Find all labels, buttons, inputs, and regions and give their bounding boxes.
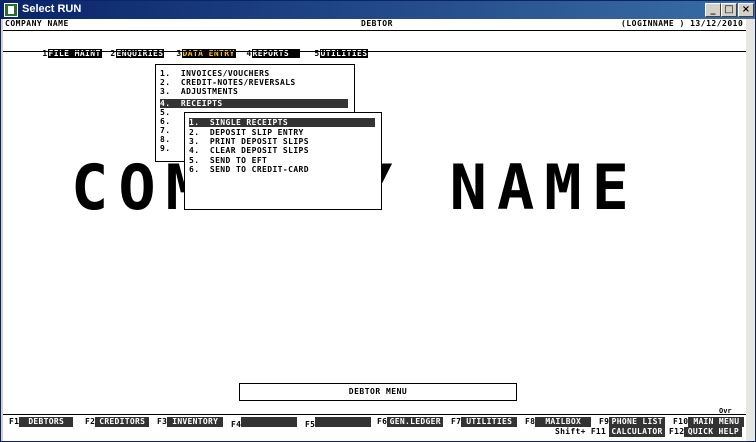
submenu-item-send-to-eft[interactable]: 5. SEND TO EFT [189,156,267,165]
fkey-f3-inventory[interactable]: F3 INVENTORY [157,417,224,427]
fkey-label [315,417,372,427]
submenu-item-deposit-slip-entry[interactable]: 2. DEPOSIT SLIP ENTRY [189,128,304,137]
menubar-divider [3,51,746,52]
fkey-code: F3 [157,417,168,426]
menu-utilities[interactable]: 5UTILITIES [283,39,369,58]
fkey-label: CREDITORS [95,417,150,427]
user-date-label: (LOGINNAME ) 13/12/2010 [621,19,744,28]
shift-f11-label: Shift+ F11 [555,427,607,436]
fkey-label [241,417,298,427]
fkey-f12-quick-help[interactable]: F12 QUICK HELP [669,427,743,437]
header-divider [3,30,746,31]
fkey-divider [3,414,746,415]
fkey-f2-creditors[interactable]: F2 CREDITORS [85,417,150,427]
fkey-label: PHONE LIST [609,417,666,427]
submenu-item-send-to-credit-card[interactable]: 6. SEND TO CREDIT-CARD [189,165,309,174]
terminal-screen: COMPANY NAME DEBTOR (LOGINNAME ) 13/12/2… [3,19,746,441]
submenu-item-single-receipts[interactable]: 1. SINGLE RECEIPTS [189,118,375,127]
fkey-code: F6 [377,417,388,426]
menu-item-8[interactable]: 8. [160,135,170,144]
menu-item-receipts[interactable]: 4. RECEIPTS [160,99,348,108]
fkey-label: INVENTORY [167,417,224,427]
app-window: Select RUN _ □ × COMPANY NAME DEBTOR (LO… [0,0,756,442]
fkey-code: F4 [231,420,242,429]
fkey-f1-debtors[interactable]: F1 DEBTORS [9,417,74,427]
fkey-code: F1 [9,417,20,426]
fkey-f11-calculator[interactable]: CALCULATOR [609,427,665,437]
company-name-label: COMPANY NAME [5,19,69,28]
fkey-code: F12 [669,427,685,436]
vertical-scrollbar[interactable] [746,19,755,441]
menu-item-9[interactable]: 9. [160,144,170,153]
fkey-code: F10 [673,417,689,426]
submenu-item-clear-deposit-slips[interactable]: 4. CLEAR DEPOSIT SLIPS [189,146,309,155]
fkey-code: F5 [305,420,316,429]
fkey-label: GEN.LEDGER [387,417,444,427]
menu-item-6[interactable]: 6. [160,117,170,126]
fkey-f8-mailbox[interactable]: F8 MAILBOX [525,417,592,427]
window-title: Select RUN [22,3,82,15]
function-key-bar: F1 DEBTORS F2 CREDITORS F3 INVENTORY F4 F5 … [3,417,746,437]
app-icon [4,3,18,17]
title-bar[interactable]: Select RUN _ □ × [1,1,755,19]
menu-item-7[interactable]: 7. [160,126,170,135]
fkey-code: F8 [525,417,536,426]
fkey-code: F9 [599,417,610,426]
maximize-button[interactable]: □ [721,3,737,17]
minimize-button[interactable]: _ [705,3,721,17]
module-name-label: DEBTOR [361,19,393,28]
fkey-label: UTILITIES [461,417,518,427]
menu-item-credit-notes[interactable]: 2. CREDIT-NOTES/REVERSALS [160,78,296,87]
fkey-label: DEBTORS [19,417,74,427]
fkey-label: MAIN MENU [688,417,745,427]
fkey-f5[interactable]: F5 [305,417,372,429]
fkey-label: QUICK HELP [684,427,743,437]
receipts-submenu: 1. SINGLE RECEIPTS 2. DEPOSIT SLIP ENTRY… [184,112,382,210]
fkey-f4[interactable]: F4 [231,417,298,429]
fkey-f9-phone-list[interactable]: F9 PHONE LIST [599,417,666,427]
menu-item-5[interactable]: 5. [160,108,170,117]
close-button[interactable]: × [738,3,754,17]
menu-item-adjustments[interactable]: 3. ADJUSTMENTS [160,87,238,96]
fkey-code: F7 [451,417,462,426]
fkey-code: F2 [85,417,96,426]
fkey-f7-utilities[interactable]: F7 UTILITIES [451,417,518,427]
fkey-label: MAILBOX [535,417,592,427]
debtor-menu-title: DEBTOR MENU [239,383,517,401]
menu-item-invoices[interactable]: 1. INVOICES/VOUCHERS [160,69,270,78]
fkey-label: CALCULATOR [609,427,665,437]
fkey-f6-gen-ledger[interactable]: F6 GEN.LEDGER [377,417,444,427]
submenu-item-print-deposit-slips[interactable]: 3. PRINT DEPOSIT SLIPS [189,137,309,146]
fkey-f10-main-menu[interactable]: F10 MAIN MENU [673,417,745,427]
